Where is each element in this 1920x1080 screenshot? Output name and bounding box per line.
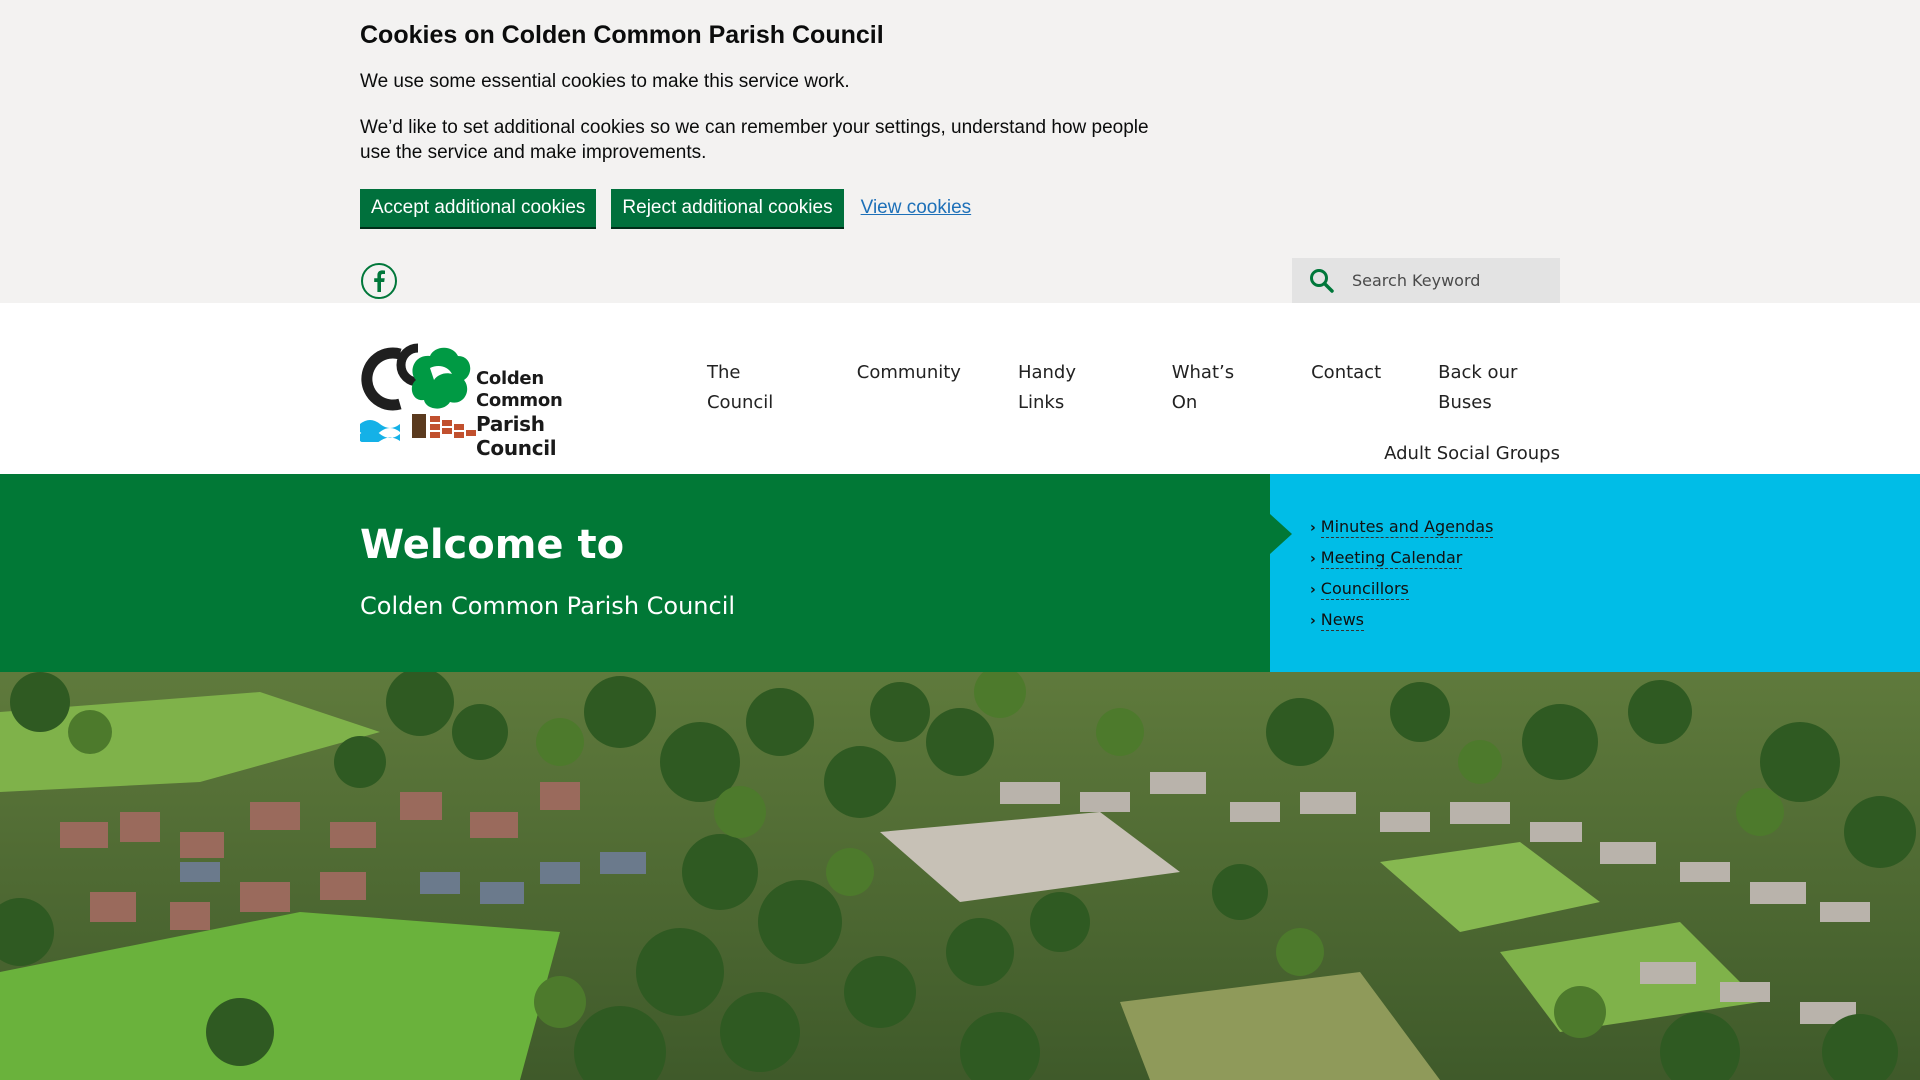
hero-welcome-panel: Welcome to Colden Common Parish Council [0,474,1270,672]
search-icon[interactable] [1292,258,1352,303]
hero-subtitle: Colden Common Parish Council [360,592,736,620]
quick-link-item: › Councillors [1310,574,1493,605]
nav-item-adult-social-groups[interactable]: Adult Social Groups [1384,439,1560,469]
quick-link-item: › News [1310,605,1493,636]
nav-row-secondary: Adult Social Groups [650,439,1560,469]
chevron-right-icon: › [1310,519,1316,536]
chevron-right-icon: › [1310,612,1316,629]
quick-link-news[interactable]: News [1320,610,1365,631]
site-logo[interactable]: Colden Common Parish Council [360,340,612,460]
quick-links-list: › Minutes and Agendas › Meeting Calendar… [1310,512,1494,636]
hero-quick-links-panel: › Minutes and Agendas › Meeting Calendar… [1270,474,1920,672]
nav-item-handy-links[interactable]: Handy Links [1018,358,1115,418]
reject-cookies-button[interactable]: Reject additional cookies [611,189,844,227]
quick-link-councillors[interactable]: Councillors [1320,579,1409,600]
search-box [1292,258,1560,303]
logo-line-2: Parish Council [476,412,557,460]
nav-item-community[interactable]: Community [857,358,961,418]
logo-text: Colden Common Parish Council [476,368,612,460]
main-navigation: The Council Community Handy Links What’s… [650,358,1560,469]
hero-title: Welcome to [360,522,625,568]
view-cookies-link[interactable]: View cookies [861,197,972,219]
aerial-village-image [0,672,1920,1080]
facebook-glyph [374,270,385,292]
chevron-right-icon: › [1310,550,1316,567]
logo-line-1: Colden Common [476,368,563,411]
nav-item-whats-on[interactable]: What’s On [1172,358,1254,418]
nav-item-contact[interactable]: Contact [1311,358,1381,418]
quick-link-item: › Meeting Calendar [1310,543,1493,574]
site-header: Colden Common Parish Council The Council… [0,303,1920,474]
cookie-banner: Cookies on Colden Common Parish Council … [0,0,1920,258]
facebook-icon[interactable] [361,263,397,299]
cookie-actions: Accept additional cookies Reject additio… [360,189,1560,227]
cookie-banner-text-additional: We’d like to set additional cookies so w… [360,117,1149,163]
quick-link-item: › Minutes and Agendas [1310,512,1494,543]
nav-row-primary: The Council Community Handy Links What’s… [650,358,1560,418]
panel-arrow-icon [1270,514,1292,554]
cookie-banner-text-essential: We use some essential cookies to make th… [360,71,850,92]
nav-item-back-our-buses[interactable]: Back our Buses [1438,358,1560,418]
chevron-right-icon: › [1310,581,1316,598]
nav-item-the-council[interactable]: The Council [707,358,800,418]
quick-link-meeting-calendar[interactable]: Meeting Calendar [1320,548,1463,569]
search-input[interactable] [1352,271,1542,290]
logo-emblem-icon [360,343,476,445]
hero-section: Welcome to Colden Common Parish Council … [0,474,1920,672]
accept-cookies-button[interactable]: Accept additional cookies [360,189,597,227]
cookie-banner-title: Cookies on Colden Common Parish Council [360,21,884,49]
utility-bar [0,258,1920,303]
quick-link-minutes-and-agendas[interactable]: Minutes and Agendas [1320,517,1494,538]
